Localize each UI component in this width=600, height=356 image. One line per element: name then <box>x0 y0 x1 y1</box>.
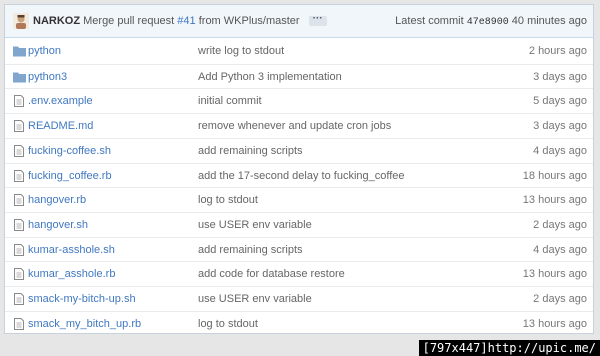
file-row[interactable]: python3 Add Python 3 implementation 3 days… <box>5 63 593 89</box>
file-name-link[interactable]: fucking-coffee.sh <box>28 145 111 157</box>
file-age: 5 days ago <box>533 95 587 108</box>
watermark-text: [797x447]http://upic.me/ <box>418 340 600 356</box>
file-name-link[interactable]: kumar-asshole.sh <box>28 244 115 256</box>
file-list-panel: NARKOZ Merge pull request #41 from WKPlu… <box>4 4 594 334</box>
file-name-link[interactable]: README.md <box>28 120 93 132</box>
file-name-link[interactable]: smack-my-bitch-up.sh <box>28 293 136 305</box>
commit-message-link[interactable]: add code for database restore <box>198 268 345 280</box>
file-row[interactable]: hangover.rb log to stdout 13 hours ago <box>5 187 593 212</box>
file-age: 13 hours ago <box>522 194 587 207</box>
commit-message-link[interactable]: write log to stdout <box>198 45 284 57</box>
file-age: 3 days ago <box>533 120 587 133</box>
file-age: 2 days ago <box>533 218 587 231</box>
file-age: 4 days ago <box>533 243 587 256</box>
commit-message-prefix[interactable]: Merge pull request <box>83 15 174 27</box>
file-row[interactable]: kumar-asshole.sh add remaining scripts 4 d… <box>5 236 593 262</box>
file-row[interactable]: .env.example initial commit 5 days ago <box>5 88 593 113</box>
commit-author[interactable]: NARKOZ <box>33 15 80 27</box>
file-row[interactable]: fucking-coffee.sh add remaining scripts 4 … <box>5 137 593 163</box>
file-age: 2 days ago <box>533 293 587 305</box>
commit-sha-link[interactable]: 47e8900 <box>467 17 509 28</box>
file-name-link[interactable]: kumar_asshole.rb <box>28 268 115 280</box>
file-icon <box>13 293 25 305</box>
commit-message-link[interactable]: log to stdout <box>198 194 258 206</box>
file-name-link[interactable]: fucking_coffee.rb <box>28 170 112 182</box>
file-icon <box>13 95 25 108</box>
file-row[interactable]: fucking_coffee.rb add the 17-second delay… <box>5 162 593 188</box>
file-icon <box>13 144 25 157</box>
latest-commit-bar: NARKOZ Merge pull request #41 from WKPlu… <box>5 5 593 38</box>
file-name-link[interactable]: python3 <box>28 71 67 83</box>
latest-commit-info: Latest commit 47e8900 40 minutes ago <box>395 15 587 28</box>
file-age: 3 days ago <box>533 70 587 83</box>
file-icon <box>13 194 25 207</box>
file-icon <box>13 243 25 256</box>
file-icon <box>13 268 25 281</box>
file-icon <box>13 120 25 133</box>
commit-message-link[interactable]: log to stdout <box>198 318 258 330</box>
latest-commit-label: Latest commit <box>395 15 464 27</box>
file-age: 2 hours ago <box>528 45 587 57</box>
folder-icon <box>13 45 26 57</box>
commit-message-link[interactable]: use USER env variable <box>198 219 312 231</box>
file-row[interactable]: smack_my_bitch_up.rb log to stdout 13 hour… <box>5 310 593 336</box>
commit-message-suffix[interactable]: from WKPlus/master <box>199 15 300 27</box>
commit-message-link[interactable]: Add Python 3 implementation <box>198 71 342 83</box>
avatar[interactable] <box>13 13 29 29</box>
file-row[interactable]: kumar_asshole.rb add code for database re… <box>5 261 593 286</box>
commit-message-link[interactable]: add remaining scripts <box>198 145 303 157</box>
file-row[interactable]: README.md remove whenever and update cron… <box>5 113 593 138</box>
file-name-link[interactable]: hangover.sh <box>28 219 88 231</box>
commit-summary: NARKOZ Merge pull request #41 from WKPlu… <box>33 14 327 27</box>
commit-message-link[interactable]: add remaining scripts <box>198 244 303 256</box>
file-icon <box>13 317 25 330</box>
file-name-link[interactable]: python <box>28 45 61 57</box>
file-age: 13 hours ago <box>522 268 587 281</box>
file-name-link[interactable]: .env.example <box>28 95 93 107</box>
file-row[interactable]: python write log to stdout 2 hours ago <box>5 39 593 64</box>
file-name-link[interactable]: hangover.rb <box>28 194 86 206</box>
commit-message-link[interactable]: add the 17-second delay to fucking_coffe… <box>198 170 405 182</box>
pull-request-link[interactable]: #41 <box>177 15 195 27</box>
avatar-icon <box>16 15 26 29</box>
file-icon <box>13 169 25 182</box>
commit-message-link[interactable]: remove whenever and update cron jobs <box>198 120 391 132</box>
file-row[interactable]: hangover.sh use USER env variable 2 days a… <box>5 211 593 237</box>
folder-icon <box>13 71 26 83</box>
expand-commit-button[interactable]: ··· <box>308 14 327 27</box>
file-name-link[interactable]: smack_my_bitch_up.rb <box>28 318 141 330</box>
file-age: 18 hours ago <box>522 169 587 182</box>
file-age: 4 days ago <box>533 144 587 157</box>
file-age: 13 hours ago <box>522 317 587 330</box>
file-icon <box>13 218 25 231</box>
commit-age: 40 minutes ago <box>511 15 587 27</box>
commit-message-link[interactable]: use USER env variable <box>198 293 312 305</box>
file-row[interactable]: smack-my-bitch-up.sh use USER env variabl… <box>5 286 593 311</box>
commit-message-link[interactable]: initial commit <box>198 95 262 107</box>
